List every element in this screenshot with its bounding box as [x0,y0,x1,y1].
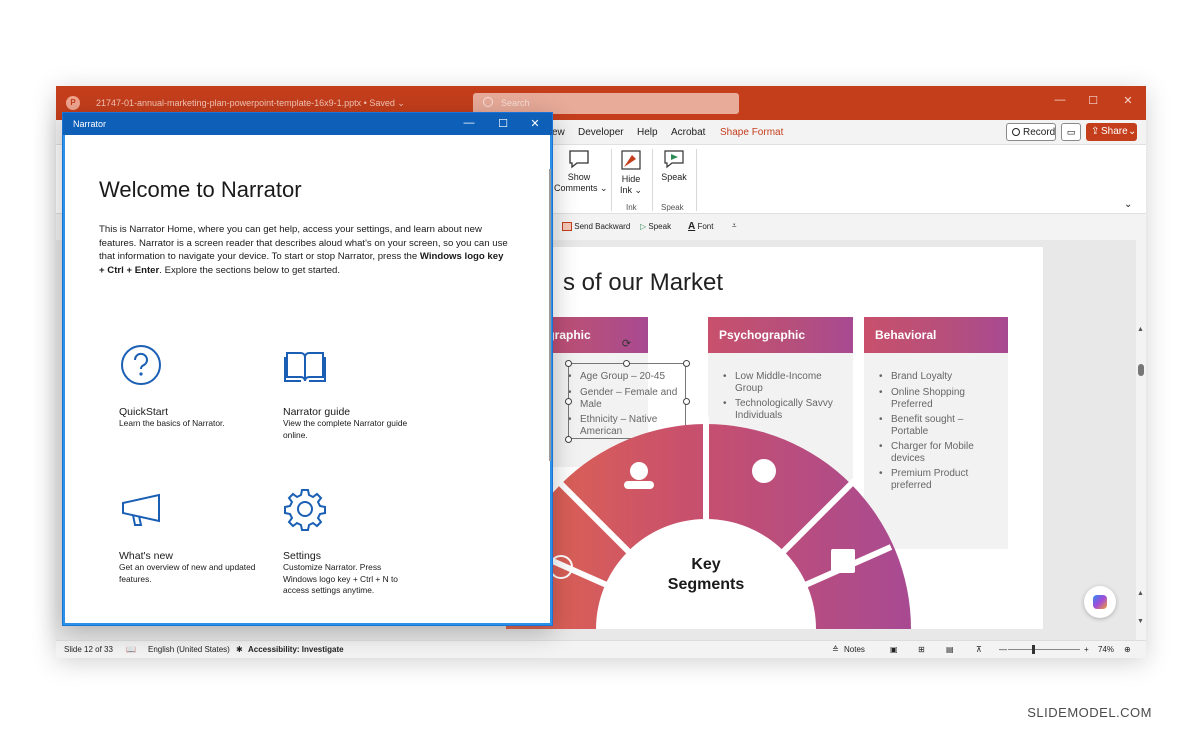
speak-icon [664,150,684,169]
narrator-guide-link[interactable]: Narrator guide View the complete Narrato… [283,343,413,441]
tab-developer[interactable]: Developer [578,127,624,138]
whats-new-link[interactable]: What's new Get an overview of new and up… [119,487,259,585]
hide-ink-button[interactable]: Hide Ink ⌄ [616,149,646,196]
notes-icon: ≙ [832,645,839,654]
zoom-in-icon[interactable]: + [1084,645,1089,654]
record-button[interactable]: Record [1006,123,1056,141]
zoom-slider-thumb[interactable] [1032,645,1035,654]
question-icon [121,345,161,385]
tab-acrobat[interactable]: Acrobat [671,127,705,138]
comment-icon [569,150,589,169]
maximize-icon[interactable]: ☐ [495,117,511,130]
key-segments-label: Key Segments [667,556,745,593]
copilot-button[interactable] [1084,586,1116,618]
narrator-title-bar: Narrator — ☐ ✕ [63,113,552,135]
narrator-guide-desc: View the complete Narrator guide online. [283,418,408,440]
tab-view[interactable]: ew [552,127,565,138]
send-backward-icon [562,222,572,232]
whats-new-desc: Get an overview of new and updated featu… [119,562,256,584]
settings-desc: Customize Narrator. Press Windows logo k… [283,562,398,595]
show-comments-button[interactable]: Show Comments ⌄ [554,149,608,194]
share-button[interactable]: ⇪ Share ⌄ [1086,123,1137,141]
reading-view-icon[interactable]: ▤ [946,645,954,654]
close-icon[interactable]: ✕ [1118,94,1138,107]
ribbon-separator [696,149,697,211]
font-color-icon: A [688,221,696,232]
minimize-icon[interactable]: — [1050,94,1070,106]
ribbon-separator [611,149,612,211]
quickstart-link[interactable]: QuickStart Learn the basics of Narrator. [119,343,259,430]
search-placeholder: Search [501,98,530,108]
ink-icon [621,150,641,170]
ribbon-separator [652,149,653,211]
watermark-text: SLIDEMODEL.COM [1027,705,1152,720]
zoom-slider[interactable] [1008,649,1080,650]
accessibility-status[interactable]: Accessibility: Investigate [248,645,344,654]
page-title: Welcome to Narrator [99,177,302,202]
group-label-speak: Speak [661,203,684,212]
copilot-icon [1093,595,1107,609]
settings-link[interactable]: Settings Customize Narrator. Press Windo… [283,487,413,597]
scroll-prev-icon[interactable]: ▲ [1137,590,1144,597]
narrator-title: Narrator [73,119,107,129]
powerpoint-icon: P [66,96,80,110]
record-icon [1012,128,1020,136]
zoom-level[interactable]: 74% [1098,645,1114,654]
search-box[interactable]: Search [473,93,739,114]
slideshow-icon[interactable]: ⊼ [976,645,982,654]
intro-paragraph: This is Narrator Home, where you can get… [99,224,508,276]
saved-status: Saved [369,98,395,108]
settings-title: Settings [283,550,321,562]
maximize-icon[interactable]: ☐ [1083,94,1103,107]
quickstart-title: QuickStart [119,406,169,418]
tab-shape-format[interactable]: Shape Format [720,127,783,138]
speak-button[interactable]: Speak [657,149,691,183]
qat-speak-button[interactable]: ▷ Speak [640,222,671,231]
narrator-guide-title: Narrator guide [283,406,351,418]
book-icon [284,352,326,382]
minimize-icon[interactable]: — [461,117,477,129]
narrator-scrollbar[interactable] [549,169,551,461]
scroll-up-icon[interactable]: ▲ [1137,326,1144,333]
segments-arc-graphic [506,417,911,629]
tab-help[interactable]: Help [637,127,658,138]
speak-icon: ▷ [640,222,647,231]
font-button[interactable]: A Font [688,221,713,232]
comments-icon[interactable]: ▭ [1061,123,1081,141]
group-label-ink: Ink [626,203,637,212]
notes-button[interactable]: Notes [844,645,865,654]
scroll-down-icon[interactable]: ▼ [1137,618,1144,625]
narrator-content: Welcome to Narrator This is Narrator Hom… [63,135,552,625]
status-bar: Slide 12 of 33 📖 English (United States)… [56,640,1146,658]
send-backward-button[interactable]: Send Backward [562,222,630,232]
narrator-window: Narrator — ☐ ✕ Welcome to Narrator This … [62,112,553,626]
chevron-down-icon: ⌄ [1128,126,1137,137]
slide[interactable]: s of our Market Demographic Psychographi… [506,247,1043,629]
close-icon[interactable]: ✕ [527,117,543,130]
customize-qat-icon[interactable]: ⩡ [732,221,737,231]
whats-new-title: What's new [119,550,173,562]
ribbon-collapse-icon[interactable]: ⌄ [1124,199,1132,210]
file-name[interactable]: 21747-01-annual-marketing-plan-powerpoin… [96,98,405,109]
accessibility-icon: ✱ [236,645,243,654]
fit-slide-icon[interactable]: ⊕ [1124,645,1131,654]
vertical-scrollbar[interactable]: ▲ ▲ ▼ [1136,240,1146,640]
quickstart-desc: Learn the basics of Narrator. [119,418,225,428]
slide-counter[interactable]: Slide 12 of 33 [64,645,113,654]
gear-icon [284,489,326,531]
language-indicator[interactable]: English (United States) [148,645,230,654]
search-icon [483,97,493,107]
spellcheck-icon[interactable]: 📖 [126,645,136,654]
slide-sorter-icon[interactable]: ⊞ [918,645,925,654]
zoom-out-icon[interactable]: — [999,645,1007,654]
megaphone-icon [122,493,160,526]
normal-view-icon[interactable]: ▣ [890,645,898,654]
scrollbar-thumb[interactable] [1138,364,1144,376]
share-icon: ⇪ [1091,126,1100,137]
